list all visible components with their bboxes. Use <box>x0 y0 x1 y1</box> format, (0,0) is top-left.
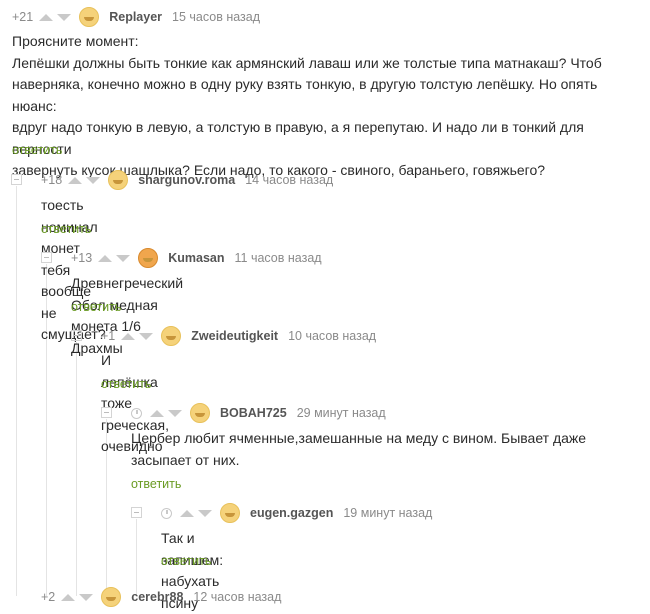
avatar-icon[interactable] <box>79 7 100 27</box>
comment-time[interactable]: 29 минут назад <box>297 406 386 420</box>
comment-rating: +21 <box>12 10 34 24</box>
clock-icon <box>161 507 172 519</box>
comment-text-line: Лепёшки должны быть тонкие как армянский… <box>12 54 602 71</box>
comment-text-line: засыпает от них. <box>131 451 240 468</box>
avatar-icon[interactable] <box>220 503 240 523</box>
comment-rating: +13 <box>71 251 93 265</box>
comment-author[interactable]: Replayer <box>109 10 162 24</box>
comment-rating: +18 <box>41 173 63 187</box>
avatar-icon[interactable] <box>161 326 182 346</box>
comment-body: Древнегреческий Обол медная монета 1/6 Д… <box>71 273 183 359</box>
comment-body: Цербер любит ячменные,замешанные на меду… <box>131 428 631 471</box>
reply-link[interactable]: ответить <box>41 222 91 236</box>
clock-icon <box>131 407 142 419</box>
comment-rating: +2 <box>41 590 56 604</box>
reply-link[interactable]: ответить <box>101 377 151 391</box>
collapse-minus-icon[interactable] <box>101 407 112 418</box>
arrow-up-icon[interactable] <box>61 593 76 601</box>
collapse-minus-icon[interactable] <box>71 330 82 341</box>
comment-time[interactable]: 15 часов назад <box>172 10 260 24</box>
arrow-up-icon[interactable] <box>39 13 54 21</box>
arrow-up-icon[interactable] <box>98 254 113 262</box>
comment-time[interactable]: 14 часов назад <box>245 173 333 187</box>
arrow-down-icon[interactable] <box>116 254 131 262</box>
thread-line <box>16 186 17 596</box>
comment-author[interactable]: BOBAH725 <box>220 406 287 420</box>
comment-author[interactable]: cerebr88 <box>131 590 183 604</box>
arrow-down-icon[interactable] <box>79 593 94 601</box>
collapse-minus-icon[interactable] <box>11 174 22 185</box>
arrow-up-icon[interactable] <box>180 509 194 517</box>
avatar-icon[interactable] <box>138 248 159 268</box>
reply-link[interactable]: ответить <box>131 477 181 491</box>
arrow-down-icon[interactable] <box>168 409 182 417</box>
arrow-down-icon[interactable] <box>86 176 101 184</box>
avatar-icon[interactable] <box>108 170 129 190</box>
comment-text-line: Древнегреческий Обол медная монета 1/6 Д… <box>71 275 184 356</box>
comment-text-line: Цербер любит ячменные,замешанные на меду… <box>131 430 587 446</box>
comment-time[interactable]: 19 минут назад <box>343 506 432 520</box>
comment-body: Проясните момент: Лепёшки должны быть то… <box>12 31 642 182</box>
arrow-up-icon[interactable] <box>150 409 164 417</box>
comment-text-line: вдруг надо тонкую в левую, а толстую в п… <box>12 119 584 157</box>
comment-time[interactable]: 11 часов назад <box>235 251 322 265</box>
comment-author[interactable]: shargunov.roma <box>138 173 235 187</box>
reply-link[interactable]: ответить <box>12 143 62 157</box>
comment-author[interactable]: Zweideutigkeit <box>191 329 278 343</box>
collapse-minus-icon[interactable] <box>131 507 142 518</box>
comment-time[interactable]: 12 часов назад <box>193 590 281 604</box>
arrow-up-icon[interactable] <box>121 332 136 340</box>
thread-line <box>76 342 77 596</box>
avatar-icon[interactable] <box>101 587 122 607</box>
avatar-icon[interactable] <box>190 403 210 423</box>
arrow-down-icon[interactable] <box>139 332 154 340</box>
comment-author[interactable]: Kumasan <box>168 251 224 265</box>
comment-time[interactable]: 10 часов назад <box>288 329 376 343</box>
arrow-up-icon[interactable] <box>68 176 83 184</box>
arrow-down-icon[interactable] <box>198 509 212 517</box>
comment-rating: +1 <box>101 329 116 343</box>
collapse-minus-icon[interactable] <box>41 252 52 263</box>
comment-author[interactable]: eugen.gazgen <box>250 506 333 520</box>
comment-text-line: Проясните момент: <box>12 33 139 49</box>
arrow-down-icon[interactable] <box>57 13 72 21</box>
reply-link[interactable]: ответить <box>71 300 121 314</box>
thread-line <box>136 519 137 596</box>
reply-link[interactable]: ответить <box>161 554 211 568</box>
comment-text-line: наверняка, конечно можно в одну руку взя… <box>12 76 598 114</box>
